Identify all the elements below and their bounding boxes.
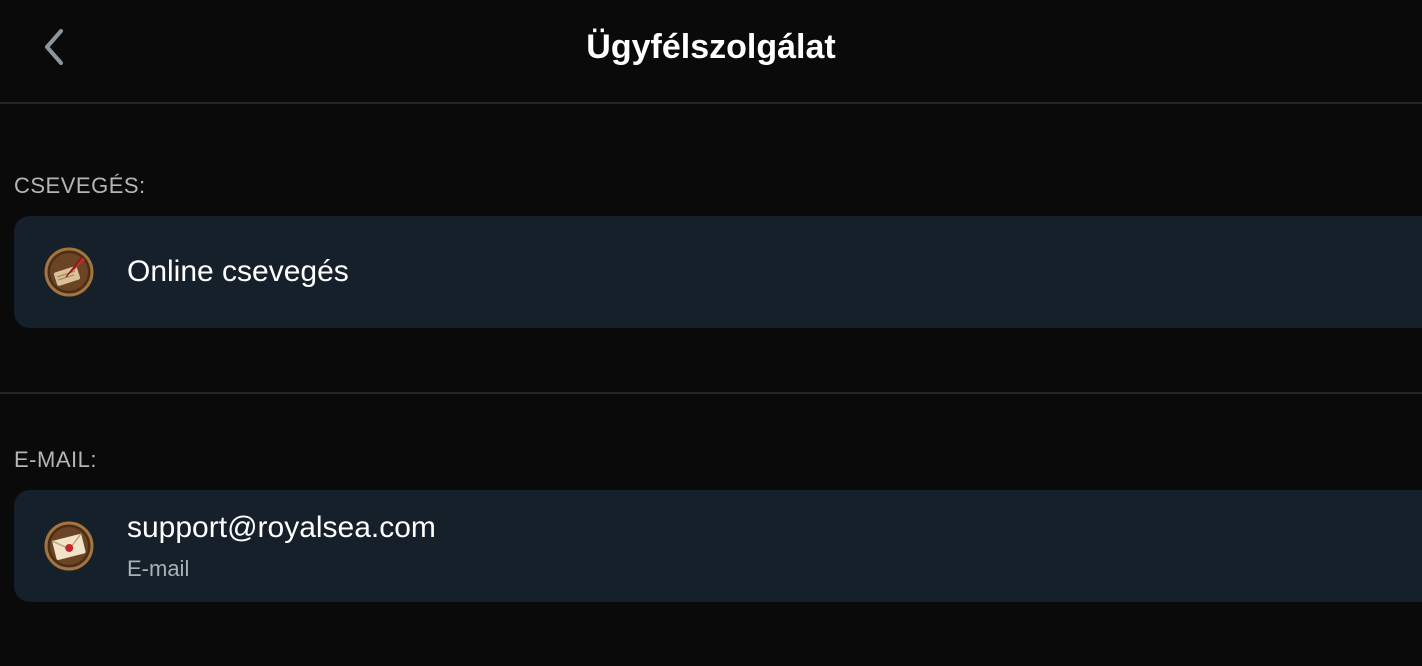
email-caption: E-mail bbox=[127, 556, 190, 581]
email-item[interactable]: support@royalsea.com E-mail bbox=[14, 490, 1422, 602]
section-divider bbox=[0, 392, 1422, 394]
email-address: support@royalsea.com bbox=[127, 511, 436, 544]
quill-pen-icon bbox=[44, 247, 94, 297]
online-chat-label: Online csevegés bbox=[127, 255, 349, 288]
support-screen: Ügyfélszolgálat CSEVEGÉS: Online csevegé… bbox=[0, 0, 1422, 666]
page-title: Ügyfélszolgálat bbox=[586, 28, 836, 66]
section-label-email: E-MAIL: bbox=[14, 447, 97, 472]
section-label-chat: CSEVEGÉS: bbox=[14, 173, 146, 198]
top-bar: Ügyfélszolgálat bbox=[0, 0, 1422, 104]
envelope-icon bbox=[44, 521, 94, 571]
online-chat-item[interactable]: Online csevegés bbox=[14, 216, 1422, 328]
